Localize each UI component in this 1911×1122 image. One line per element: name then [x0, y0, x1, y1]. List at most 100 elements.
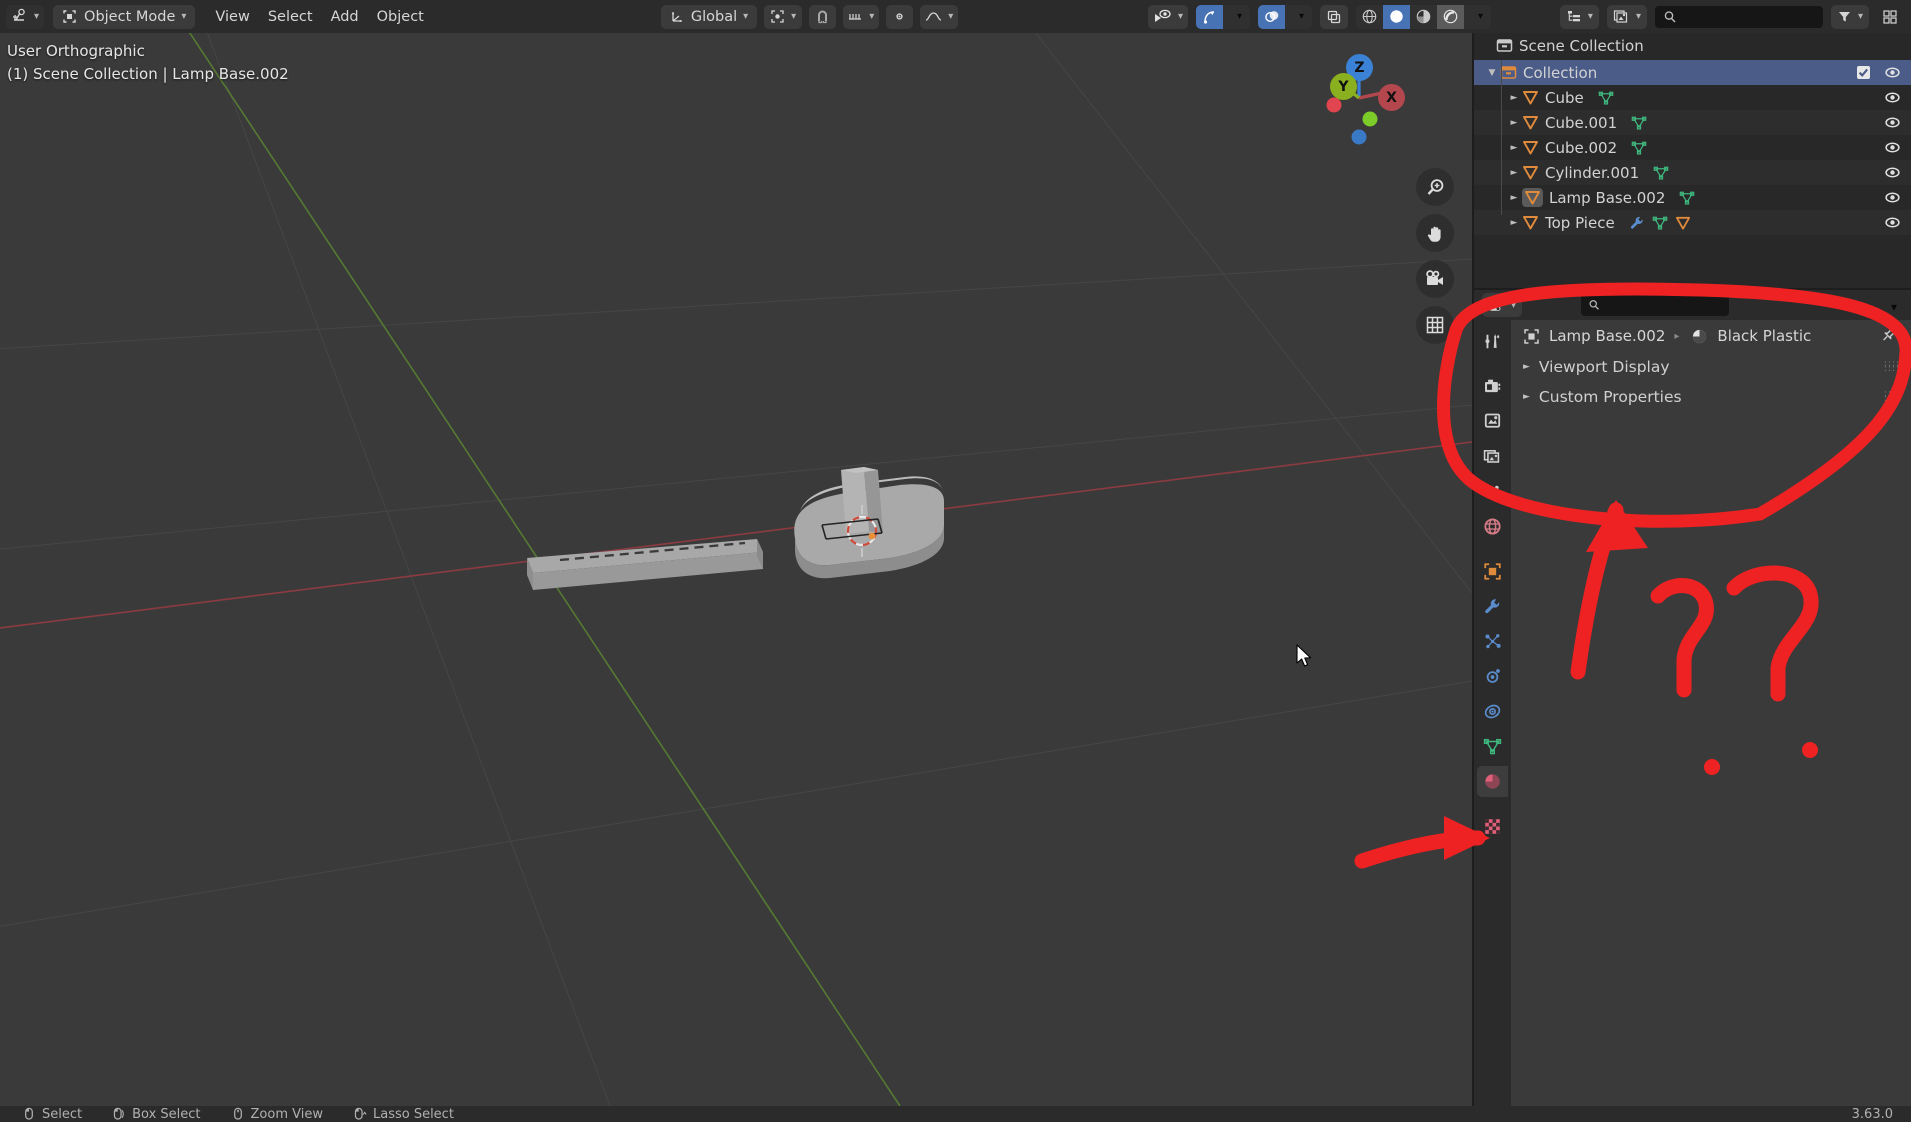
panel-drag-grip[interactable]: ::::::::	[1884, 390, 1900, 404]
collection-checkbox[interactable]	[1856, 65, 1871, 80]
gizmo-dropdown[interactable]: ▾	[1223, 5, 1250, 29]
pin-button[interactable]	[1881, 325, 1899, 347]
properties-options-chevron[interactable]: ▾	[1885, 296, 1903, 315]
chevron-down-icon: ▾	[1587, 11, 1593, 22]
object-constraints-tab[interactable]	[1477, 696, 1508, 727]
gizmo-arrow-icon	[1203, 10, 1214, 24]
editor-type-button[interactable]: ▾	[6, 4, 45, 29]
modifiers-tab[interactable]	[1477, 591, 1508, 622]
output-tab[interactable]	[1477, 406, 1508, 437]
visibility-eye-button[interactable]	[1884, 64, 1901, 81]
menu-add[interactable]: Add	[322, 5, 368, 29]
expand-triangle-icon[interactable]: ►	[1506, 93, 1522, 103]
shading-solid-button[interactable]	[1383, 4, 1410, 29]
view-layer-tab[interactable]	[1477, 441, 1508, 472]
camera-view-button[interactable]	[1416, 260, 1454, 298]
proportional-falloff-dropdown[interactable]: ▾	[920, 4, 959, 29]
outliner-search-input[interactable]	[1654, 5, 1823, 28]
panel-custom-properties[interactable]: ► Custom Properties ::::::::	[1511, 382, 1911, 412]
expand-triangle-icon[interactable]: ▼	[1484, 68, 1500, 78]
3d-viewport[interactable]: User Orthographic (1) Scene Collection |…	[0, 33, 1472, 1106]
outliner-row-lamp-base-002[interactable]: ► Lamp Base.002	[1474, 185, 1911, 210]
expand-triangle-icon[interactable]: ►	[1506, 118, 1522, 128]
expand-triangle-icon[interactable]: ►	[1506, 193, 1522, 203]
overlays-dropdown[interactable]: ▾	[1285, 5, 1312, 29]
shading-wireframe-button[interactable]	[1356, 5, 1383, 29]
properties-editor[interactable]: ▾ ▾ Lamp Base.002 ▸ Black Plastic ► View…	[1474, 290, 1911, 1106]
outliner-row-cube[interactable]: ► Cube	[1474, 85, 1911, 110]
shading-material-button[interactable]	[1410, 5, 1437, 29]
snap-target-dropdown[interactable]: ▾	[843, 4, 880, 29]
visibility-eye-button[interactable]	[1884, 139, 1901, 156]
panel-expand-triangle-icon[interactable]: ►	[1523, 392, 1530, 402]
pivot-point-dropdown[interactable]: ▾	[764, 4, 803, 29]
panel-expand-triangle-icon[interactable]: ►	[1523, 362, 1530, 372]
outliner-new-collection-dropdown[interactable]: ▾	[1606, 4, 1647, 29]
breadcrumb-material-name[interactable]: Black Plastic	[1717, 327, 1811, 345]
visibility-eye-button[interactable]	[1884, 89, 1901, 106]
visibility-eye-button[interactable]	[1884, 214, 1901, 231]
nav-gizmo-x-axis[interactable]: X	[1378, 84, 1405, 111]
breadcrumb-object-name[interactable]: Lamp Base.002	[1549, 327, 1665, 345]
outliner-editor[interactable]: Scene Collection ▼ Collection ► Cube ► Cub…	[1474, 33, 1911, 288]
expand-triangle-icon[interactable]: ►	[1506, 168, 1522, 178]
physics-tab[interactable]	[1477, 661, 1508, 692]
object-tab[interactable]	[1477, 556, 1508, 587]
outliner-row-data-icons[interactable]	[1653, 165, 1669, 181]
shading-rendered-button[interactable]	[1437, 4, 1464, 29]
viewport-shading-group[interactable]: ▾	[1356, 4, 1491, 29]
outliner-row-cylinder-001[interactable]: ► Cylinder.001	[1474, 160, 1911, 185]
toggle-orthographic-button[interactable]	[1416, 306, 1454, 344]
expand-triangle-icon[interactable]: ►	[1506, 143, 1522, 153]
gizmo-toggle[interactable]	[1196, 4, 1223, 29]
scene-tab[interactable]	[1477, 476, 1508, 507]
object-visibility-dropdown[interactable]: ▾	[1147, 4, 1188, 29]
outliner-row-cube-001[interactable]: ► Cube.001	[1474, 110, 1911, 135]
outliner-row-top-piece[interactable]: ► Top Piece	[1474, 210, 1911, 235]
overlays-toggle-group[interactable]: ▾	[1258, 4, 1312, 29]
tool-tab[interactable]	[1477, 326, 1508, 357]
visibility-eye-button[interactable]	[1884, 114, 1901, 131]
overlays-toggle[interactable]	[1258, 4, 1285, 29]
navigation-gizmo[interactable]: Z Y X	[1304, 43, 1414, 153]
outliner-row-data-icons[interactable]	[1679, 190, 1695, 206]
outliner-row-data-icons[interactable]	[1598, 90, 1614, 106]
outliner-scene-collection-row[interactable]: Scene Collection	[1474, 33, 1911, 58]
outliner-row-cube-002[interactable]: ► Cube.002	[1474, 135, 1911, 160]
properties-editor-type-button[interactable]: ▾	[1482, 293, 1523, 317]
particles-tab[interactable]	[1477, 626, 1508, 657]
outliner-row-collection[interactable]: ▼ Collection	[1474, 60, 1911, 85]
panel-drag-grip[interactable]: ::::::::	[1884, 360, 1900, 374]
outliner-row-data-icons[interactable]	[1629, 215, 1691, 231]
outliner-row-data-icons[interactable]	[1631, 140, 1647, 156]
zoom-view-button[interactable]	[1416, 168, 1454, 206]
outliner-row-data-icons[interactable]	[1631, 115, 1647, 131]
properties-search-field[interactable]	[1605, 297, 1723, 313]
menu-object[interactable]: Object	[368, 5, 433, 29]
object-data-tab[interactable]	[1477, 731, 1508, 762]
xray-toggle[interactable]	[1320, 4, 1348, 29]
visibility-eye-button[interactable]	[1884, 189, 1901, 206]
visibility-eye-button[interactable]	[1884, 164, 1901, 181]
snap-toggle[interactable]	[809, 4, 837, 29]
world-tab[interactable]	[1477, 511, 1508, 542]
material-tab[interactable]	[1477, 766, 1508, 797]
proportional-editing-toggle[interactable]	[886, 4, 914, 29]
pan-view-button[interactable]	[1416, 214, 1454, 252]
texture-tab[interactable]	[1477, 811, 1508, 842]
nav-gizmo-y-axis[interactable]: Y	[1330, 73, 1357, 100]
outliner-display-mode-dropdown[interactable]: ▾	[1559, 4, 1599, 29]
object-mode-dropdown[interactable]: Object Mode ▾	[53, 4, 196, 29]
menu-select-label: Select	[267, 8, 313, 25]
menu-view[interactable]: View	[206, 5, 258, 29]
transform-orientation-dropdown[interactable]: Global ▾	[660, 4, 758, 29]
gizmo-toggle-group[interactable]: ▾	[1196, 4, 1250, 29]
properties-search-input[interactable]	[1581, 294, 1730, 316]
menu-select[interactable]: Select	[259, 5, 322, 29]
expand-triangle-icon[interactable]: ►	[1506, 218, 1522, 228]
panel-viewport-display[interactable]: ► Viewport Display ::::::::	[1511, 352, 1911, 382]
render-tab[interactable]	[1477, 371, 1508, 402]
outliner-options-button[interactable]	[1877, 5, 1903, 29]
outliner-filter-dropdown[interactable]: ▾	[1830, 4, 1869, 29]
shading-dropdown[interactable]: ▾	[1464, 5, 1491, 29]
